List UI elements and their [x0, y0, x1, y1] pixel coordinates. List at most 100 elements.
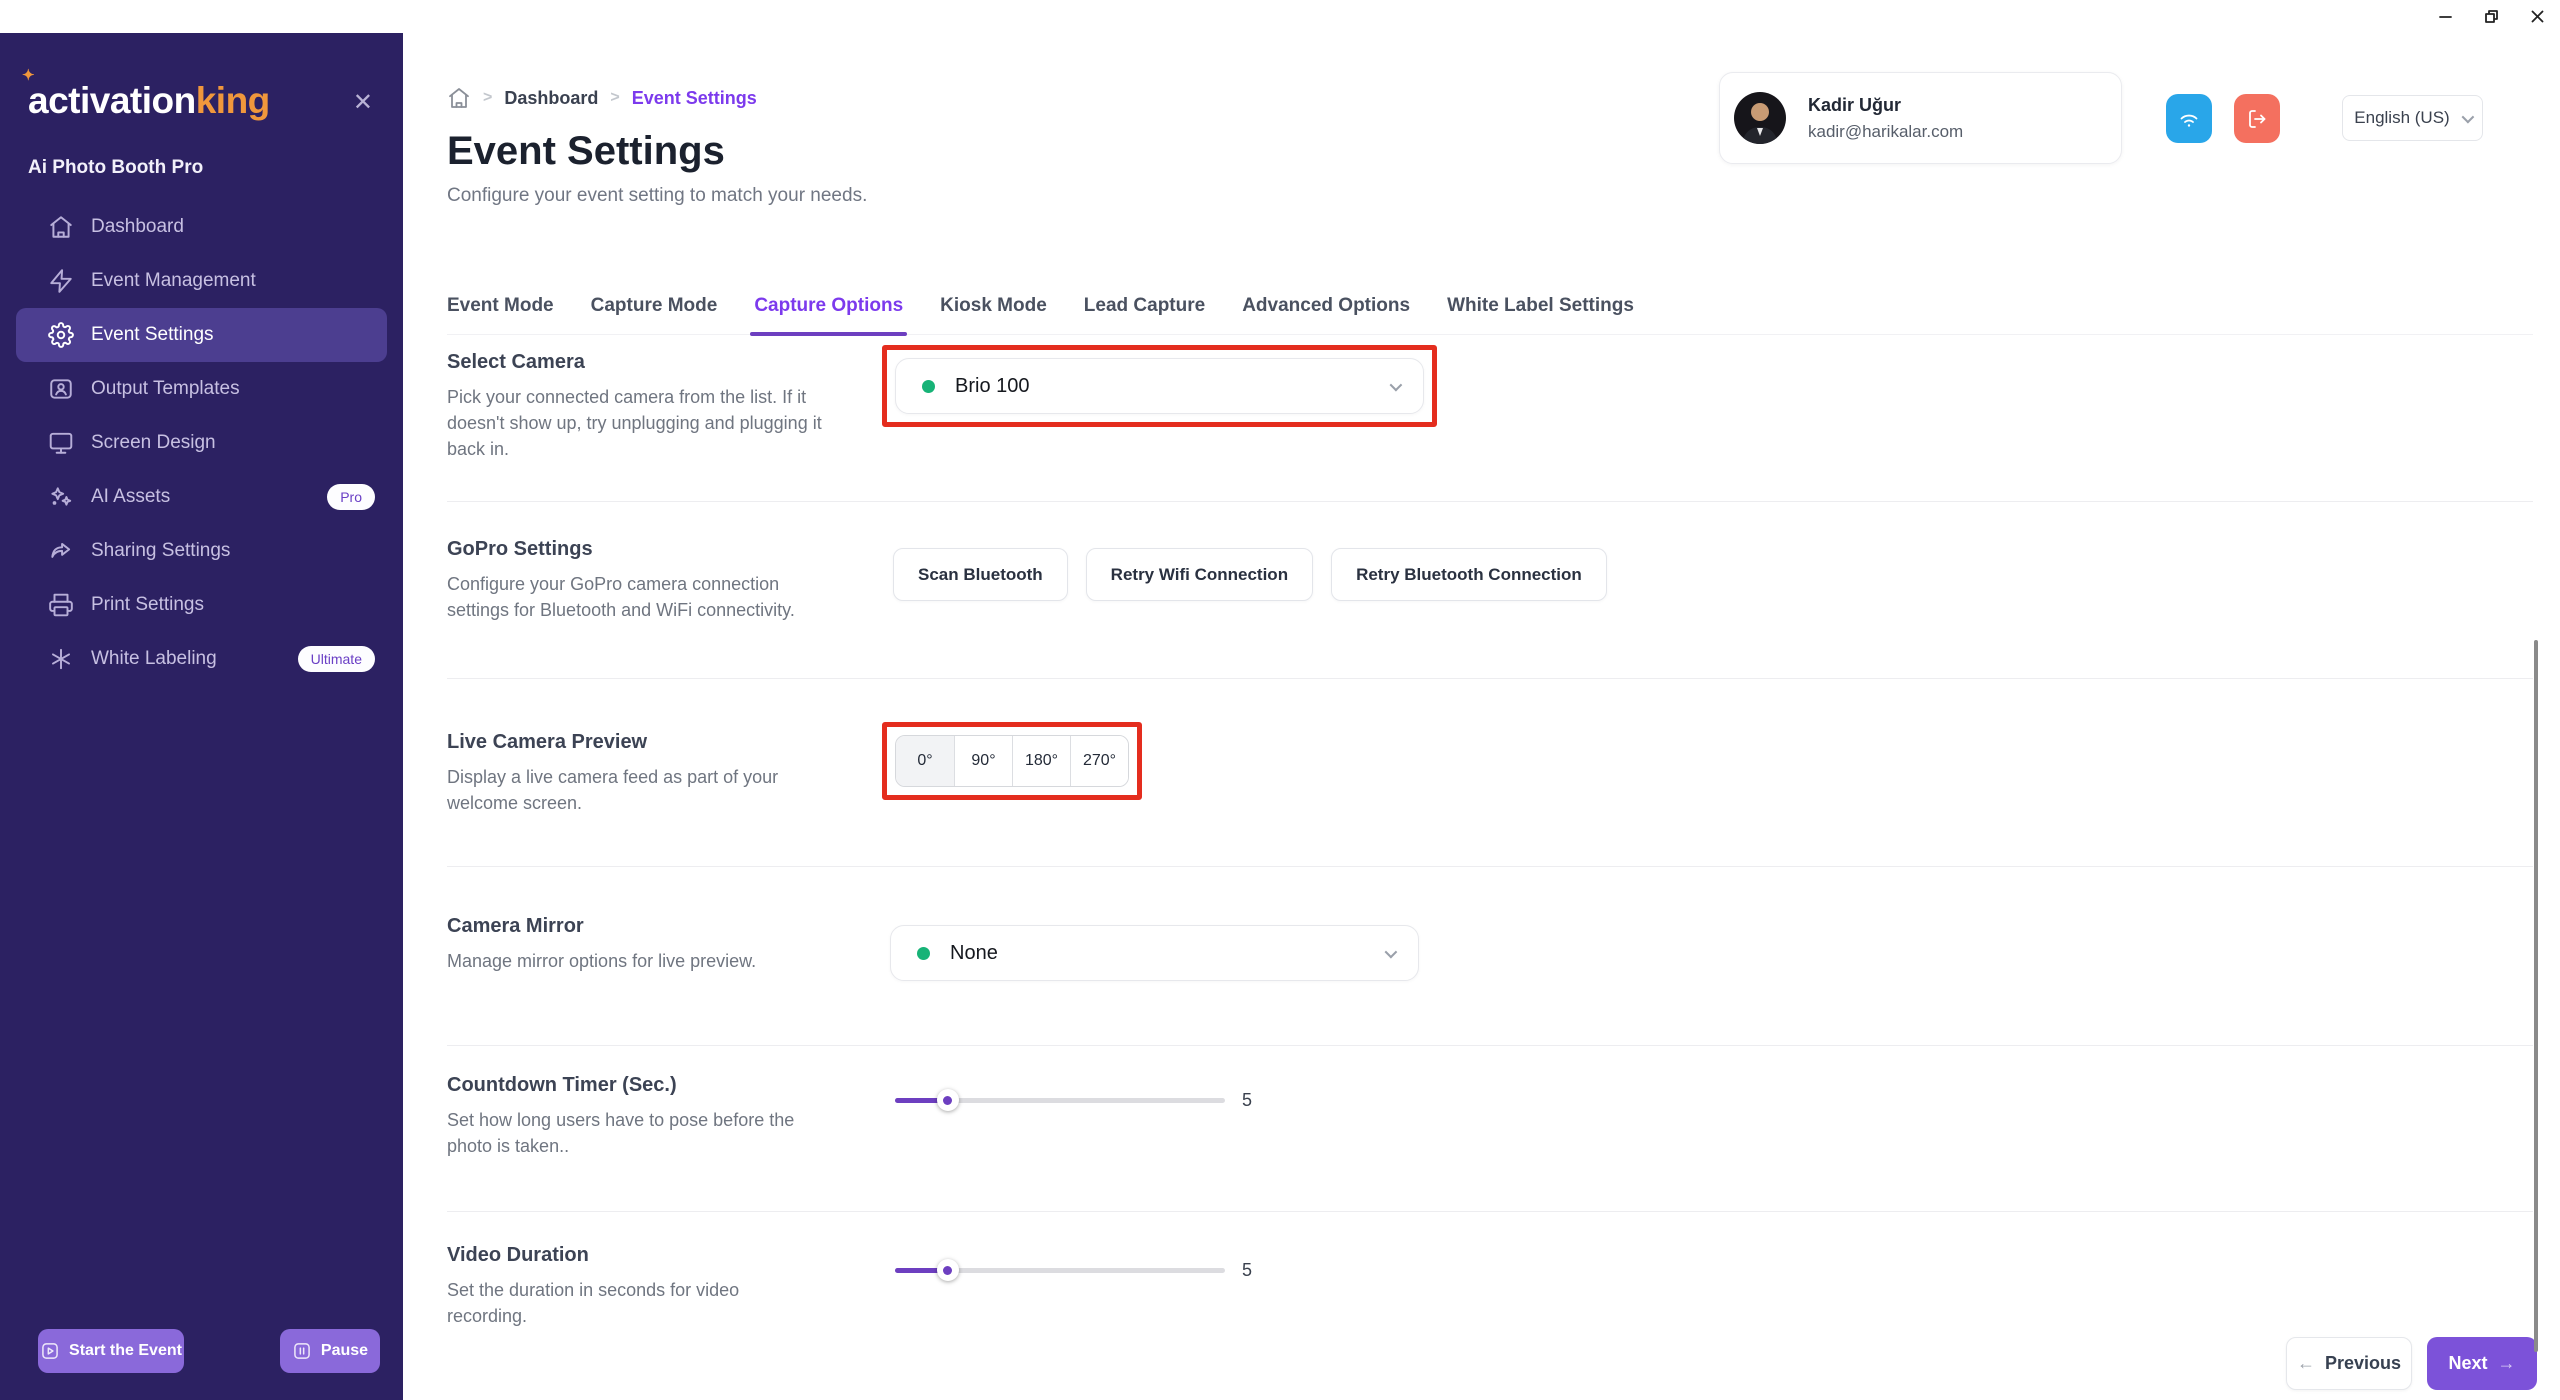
countdown-slider[interactable] — [895, 1089, 1225, 1111]
sparkles-icon — [48, 484, 74, 510]
gopro-settings-description: Configure your GoPro camera connection s… — [447, 571, 795, 623]
language-label: English (US) — [2354, 108, 2449, 128]
previous-button[interactable]: ← Previous — [2286, 1337, 2412, 1390]
home-icon[interactable] — [447, 86, 471, 110]
gear-icon — [48, 322, 74, 348]
retry-bluetooth-button[interactable]: Retry Bluetooth Connection — [1331, 548, 1607, 601]
tab-white-label-settings[interactable]: White Label Settings — [1447, 295, 1634, 317]
row-video-duration: Video Duration Set the duration in secon… — [447, 1212, 2533, 1357]
id-card-icon — [48, 376, 74, 402]
main-content: > Dashboard > Event Settings Event Setti… — [403, 33, 2560, 1400]
page-subtitle: Configure your event setting to match yo… — [447, 185, 867, 207]
language-selector[interactable]: English (US) — [2342, 95, 2483, 141]
chevron-down-icon — [1390, 378, 1403, 391]
sidebar-item-white-labeling[interactable]: White Labeling Ultimate — [16, 632, 387, 686]
camera-select[interactable]: Brio 100 — [895, 358, 1424, 414]
user-email: kadir@harikalar.com — [1808, 122, 1963, 142]
tab-capture-mode[interactable]: Capture Mode — [591, 295, 718, 317]
start-event-button[interactable]: Start the Event — [38, 1329, 184, 1373]
sidebar-item-label: AI Assets — [91, 486, 170, 508]
sidebar-item-label: Dashboard — [91, 216, 184, 238]
rotation-0-button[interactable]: 0° — [896, 736, 954, 786]
sidebar-item-event-settings[interactable]: Event Settings — [16, 308, 387, 362]
sidebar-close-icon[interactable]: ✕ — [353, 91, 373, 115]
countdown-value: 5 — [1242, 1090, 1252, 1111]
avatar — [1734, 92, 1786, 144]
app-logo: ✦activationking — [28, 80, 270, 122]
sidebar-item-event-management[interactable]: Event Management — [16, 254, 387, 308]
window-titlebar — [0, 0, 2560, 33]
wifi-icon — [2177, 107, 2201, 131]
tab-capture-options[interactable]: Capture Options — [754, 295, 903, 317]
row-live-camera-preview: Live Camera Preview Display a live camer… — [447, 679, 2533, 867]
wifi-button[interactable] — [2166, 94, 2212, 143]
sidebar-item-output-templates[interactable]: Output Templates — [16, 362, 387, 416]
sidebar-item-label: White Labeling — [91, 648, 217, 670]
minimize-icon[interactable] — [2437, 8, 2453, 24]
asterisk-icon — [48, 646, 74, 672]
slider-thumb[interactable] — [937, 1089, 959, 1111]
select-camera-description: Pick your connected camera from the list… — [447, 384, 839, 462]
sidebar: ✕ ✦activationking Ai Photo Booth Pro Das… — [0, 33, 403, 1400]
page-title: Event Settings — [447, 129, 725, 174]
rotation-group: 0° 90° 180° 270° — [895, 735, 1129, 787]
sidebar-item-print-settings[interactable]: Print Settings — [16, 578, 387, 632]
sidebar-item-sharing-settings[interactable]: Sharing Settings — [16, 524, 387, 578]
sidebar-item-ai-assets[interactable]: AI Assets Pro — [16, 470, 387, 524]
chevron-down-icon — [2461, 110, 2474, 123]
next-button[interactable]: Next → — [2427, 1337, 2537, 1390]
tab-event-mode[interactable]: Event Mode — [447, 295, 554, 317]
close-icon[interactable] — [2529, 8, 2545, 24]
status-dot-icon — [917, 947, 930, 960]
sidebar-item-label: Print Settings — [91, 594, 204, 616]
home-icon — [48, 214, 74, 240]
logout-icon — [2245, 107, 2269, 131]
sidebar-nav: Dashboard Event Management Event Setting… — [0, 200, 403, 686]
sidebar-item-label: Screen Design — [91, 432, 216, 454]
breadcrumb-dashboard[interactable]: Dashboard — [504, 88, 598, 109]
red-highlight-box: Brio 100 — [882, 345, 1437, 427]
tab-bar: Event Mode Capture Mode Capture Options … — [447, 295, 2533, 335]
live-preview-description: Display a live camera feed as part of yo… — [447, 764, 819, 816]
user-card[interactable]: Kadir Uğur kadir@harikalar.com — [1719, 72, 2122, 164]
pause-button[interactable]: Pause — [280, 1329, 380, 1373]
select-camera-label: Select Camera — [447, 351, 2533, 374]
red-highlight-box: 0° 90° 180° 270° — [882, 722, 1142, 800]
monitor-icon — [48, 430, 74, 456]
sidebar-item-dashboard[interactable]: Dashboard — [16, 200, 387, 254]
scrollbar[interactable] — [2534, 640, 2538, 1352]
rotation-270-button[interactable]: 270° — [1070, 736, 1128, 786]
app-window: ✕ ✦activationking Ai Photo Booth Pro Das… — [0, 0, 2560, 1400]
slider-thumb[interactable] — [937, 1259, 959, 1281]
sidebar-item-screen-design[interactable]: Screen Design — [16, 416, 387, 470]
live-preview-label: Live Camera Preview — [447, 731, 2533, 754]
mirror-select[interactable]: None — [890, 925, 1419, 981]
tab-advanced-options[interactable]: Advanced Options — [1242, 295, 1410, 317]
breadcrumb-separator: > — [483, 89, 492, 107]
scan-bluetooth-button[interactable]: Scan Bluetooth — [893, 548, 1068, 601]
bolt-icon — [48, 268, 74, 294]
retry-wifi-button[interactable]: Retry Wifi Connection — [1086, 548, 1313, 601]
video-duration-description: Set the duration in seconds for video re… — [447, 1277, 783, 1329]
mirror-select-value: None — [950, 942, 998, 965]
rotation-180-button[interactable]: 180° — [1012, 736, 1070, 786]
video-duration-slider[interactable] — [895, 1259, 1225, 1281]
breadcrumb: > Dashboard > Event Settings — [447, 86, 757, 110]
logo-sparkle-icon: ✦ — [22, 66, 34, 84]
sidebar-item-label: Sharing Settings — [91, 540, 230, 562]
camera-mirror-description: Manage mirror options for live preview. — [447, 948, 847, 974]
camera-mirror-label: Camera Mirror — [447, 915, 2533, 938]
restore-icon[interactable] — [2483, 8, 2499, 24]
sidebar-item-label: Event Management — [91, 270, 256, 292]
countdown-label: Countdown Timer (Sec.) — [447, 1074, 2533, 1097]
tab-kiosk-mode[interactable]: Kiosk Mode — [940, 295, 1047, 317]
camera-select-value: Brio 100 — [955, 375, 1030, 398]
breadcrumb-separator: > — [610, 89, 619, 107]
tab-lead-capture[interactable]: Lead Capture — [1084, 295, 1205, 317]
status-dot-icon — [922, 380, 935, 393]
play-icon — [40, 1341, 60, 1361]
rotation-90-button[interactable]: 90° — [954, 736, 1012, 786]
pause-icon — [292, 1341, 312, 1361]
logout-button[interactable] — [2234, 94, 2280, 143]
arrow-right-icon: → — [2498, 1353, 2516, 1374]
